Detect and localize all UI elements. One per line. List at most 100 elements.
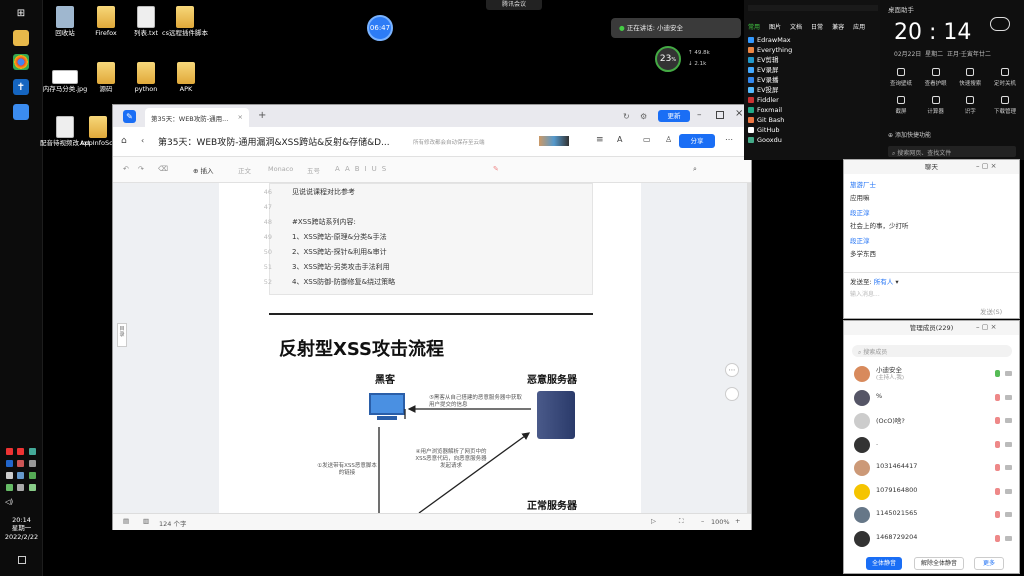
camera-icon[interactable]	[1005, 512, 1012, 517]
size-select[interactable]: 五号	[307, 165, 320, 175]
volume-icon[interactable]: ◁)	[5, 498, 13, 506]
minimize-button[interactable]: –	[697, 110, 702, 120]
zoom-level[interactable]: 100%	[711, 518, 730, 526]
assistant-tool[interactable]: 下载管理	[990, 96, 1020, 115]
member-row[interactable]: %	[850, 387, 1014, 409]
add-user-icon[interactable]: ♙	[665, 135, 672, 144]
tray-icon[interactable]	[29, 484, 36, 491]
assistant-tool[interactable]: 查看护眼	[921, 68, 951, 87]
desktop-icon-apk[interactable]: APK	[156, 62, 216, 93]
app-logo-icon[interactable]: ✎	[123, 110, 136, 123]
new-tab-icon[interactable]: +	[258, 110, 266, 121]
recording-timer[interactable]: 06:47	[367, 15, 393, 41]
close-tab-icon[interactable]: ×	[238, 113, 243, 121]
more-options-icon[interactable]: ⋯	[725, 363, 739, 377]
apps-tab[interactable]: 常用	[748, 22, 760, 32]
mic-icon[interactable]	[995, 464, 1000, 471]
desktop-icon-appinfoscanner[interactable]: AppInfoScanner	[80, 116, 132, 147]
app-item[interactable]: Everything	[748, 45, 880, 55]
mic-icon[interactable]	[995, 417, 1000, 424]
font-select[interactable]: Monaco	[268, 165, 293, 173]
page-icon[interactable]: ▥	[143, 517, 149, 525]
refresh-icon[interactable]: ↻	[623, 112, 630, 121]
apps-tab[interactable]: 图片	[769, 22, 781, 32]
back-icon[interactable]: ‹	[141, 136, 144, 145]
text-format-buttons[interactable]: AABIUS	[335, 165, 391, 173]
more-icon[interactable]: ⋯	[725, 135, 733, 144]
apps-tab[interactable]: 日常	[811, 22, 823, 32]
format-painter-icon[interactable]: ⌫	[158, 165, 168, 173]
zoom-out-icon[interactable]: –	[701, 517, 704, 525]
chrome-icon[interactable]	[13, 54, 29, 70]
highlight-icon[interactable]: ✎	[493, 165, 499, 173]
app-item[interactable]: Gooxdu	[748, 135, 880, 145]
search-icon[interactable]: ⌕	[693, 165, 697, 174]
present-icon[interactable]: ▭	[643, 135, 651, 144]
camera-icon[interactable]	[1005, 394, 1012, 400]
assistant-tool[interactable]: 截屏	[886, 96, 916, 115]
members-window-controls[interactable]: – ▢ ×	[976, 323, 996, 331]
undo-icon[interactable]: ↶	[123, 165, 129, 173]
tray-icon[interactable]	[29, 448, 36, 455]
mic-icon[interactable]	[995, 534, 1000, 542]
vertical-scrollbar[interactable]	[747, 183, 751, 513]
app-item[interactable]: Foxmail	[748, 105, 880, 115]
pinned-app-icon[interactable]: ✝	[13, 79, 29, 95]
tray-icon[interactable]	[6, 472, 13, 479]
style-select[interactable]: 正文	[238, 165, 251, 175]
taskbar-clock[interactable]: 20:14 星期一 2022/2/22	[0, 516, 43, 541]
meeting-app-icon[interactable]	[13, 104, 29, 120]
play-icon[interactable]: ▷	[651, 517, 656, 525]
tray-icon[interactable]	[17, 460, 24, 467]
app-item[interactable]: EV录播	[748, 75, 880, 85]
assistant-tool[interactable]: 计算器	[921, 96, 951, 115]
tray-icon[interactable]	[29, 472, 36, 479]
apps-tab[interactable]: 兼容	[832, 22, 844, 32]
notification-icon[interactable]	[18, 556, 26, 564]
more-button[interactable]: 更多	[974, 557, 1004, 570]
app-item[interactable]: EV投屏	[748, 85, 880, 95]
tray-icon[interactable]	[6, 448, 13, 455]
doc-tab[interactable]: 第35天：WEB攻防-通用... ×	[145, 108, 249, 127]
unmute-all-button[interactable]: 解除全体静音	[914, 557, 964, 570]
tray-icon[interactable]	[6, 460, 13, 467]
tray-icon[interactable]	[17, 472, 24, 479]
meeting-top-bar[interactable]: 腾讯会议	[486, 0, 542, 10]
assistant-search-input[interactable]: ⌕ 搜索网页、查找文件	[888, 146, 1016, 157]
app-item[interactable]: GitHub	[748, 125, 880, 135]
send-button[interactable]: 发送(S)	[980, 306, 1002, 316]
outline-icon[interactable]: ▤	[123, 517, 129, 525]
member-row[interactable]: 1145021565	[850, 504, 1014, 526]
assistant-tool[interactable]: 定时关机	[990, 68, 1020, 87]
update-button[interactable]: 更新	[658, 110, 690, 122]
toc-side-tab[interactable]: 目录	[117, 323, 127, 347]
camera-icon[interactable]	[1005, 441, 1012, 447]
camera-icon[interactable]	[1005, 465, 1012, 470]
insert-menu[interactable]: ⊕ 插入	[193, 165, 214, 175]
add-shortcut[interactable]: ⊕ 添加快捷功能	[888, 130, 931, 139]
camera-icon[interactable]	[1005, 535, 1012, 541]
member-row[interactable]: .	[850, 434, 1014, 456]
menu-icon[interactable]: ≡	[596, 135, 604, 145]
assistant-tool[interactable]: 快速搜索	[955, 68, 985, 87]
member-row[interactable]: 小迪安全 (主持人,我)	[850, 363, 1014, 385]
assistant-tool[interactable]: 识字	[955, 96, 985, 115]
member-row[interactable]: 1079164800	[850, 481, 1014, 503]
gear-icon[interactable]: ⚙	[640, 112, 647, 121]
apps-tab[interactable]: 应用	[853, 22, 865, 32]
tray-icon[interactable]	[29, 460, 36, 467]
zoom-in-icon[interactable]: +	[735, 517, 740, 525]
collaborator-avatars[interactable]	[539, 136, 569, 146]
apps-tab[interactable]: 文档	[790, 22, 802, 32]
fullscreen-icon[interactable]: ⛶	[679, 517, 684, 526]
weather-cloud-icon[interactable]	[990, 17, 1010, 31]
comment-icon[interactable]	[725, 387, 739, 401]
chat-window-controls[interactable]: – ▢ ×	[976, 162, 996, 170]
tray-icon[interactable]	[6, 484, 13, 491]
file-explorer-icon[interactable]	[13, 30, 29, 46]
share-button[interactable]: 分享	[679, 134, 715, 148]
send-to[interactable]: 发送至: 所有人 ▾	[850, 276, 899, 286]
maximize-button[interactable]	[716, 111, 724, 119]
mic-icon[interactable]	[995, 370, 1000, 377]
member-search-input[interactable]: ⌕ 搜索成员	[852, 345, 1012, 357]
